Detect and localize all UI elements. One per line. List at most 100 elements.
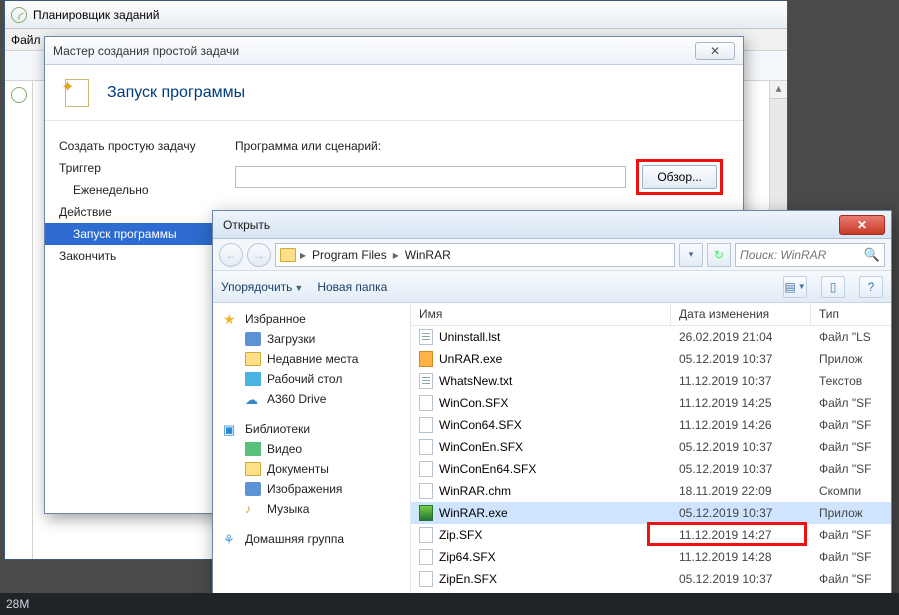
- file-row[interactable]: ZipEn.SFX05.12.2019 10:37Файл "SF: [411, 568, 891, 590]
- file-icon: [419, 373, 433, 389]
- file-date: 05.12.2019 10:37: [671, 462, 811, 476]
- column-type[interactable]: Тип: [811, 303, 891, 325]
- step-action[interactable]: Действие: [45, 201, 215, 223]
- file-name: WinCon64.SFX: [439, 418, 522, 432]
- browse-button[interactable]: Обзор...: [642, 165, 717, 189]
- file-row[interactable]: Zip.SFX 11.12.2019 14:27Файл "SF: [411, 524, 891, 546]
- refresh-button[interactable]: ↻: [707, 243, 731, 267]
- file-name: Zip.SFX: [439, 528, 482, 542]
- file-icon: [419, 395, 433, 411]
- help-button[interactable]: ?: [859, 276, 883, 298]
- view-menu[interactable]: ▤▼: [783, 276, 807, 298]
- nav-a360[interactable]: ☁A360 Drive: [213, 389, 410, 409]
- breadcrumb[interactable]: ▸ Program Files ▸ WinRAR: [275, 243, 675, 267]
- file-date: 05.12.2019 10:37: [671, 572, 811, 586]
- task-scheduler-title: Планировщик заданий: [33, 8, 159, 22]
- menu-file[interactable]: Файл: [11, 33, 41, 47]
- file-row[interactable]: WinCon.SFX11.12.2019 14:25Файл "SF: [411, 392, 891, 414]
- nav-pictures[interactable]: Изображения: [213, 479, 410, 499]
- column-headers: Имя Дата изменения Тип: [411, 303, 891, 326]
- refresh-icon: ↻: [714, 248, 724, 262]
- downloads-icon: [245, 332, 261, 346]
- file-row[interactable]: WhatsNew.txt11.12.2019 10:37Текстов: [411, 370, 891, 392]
- music-icon: ♪: [245, 502, 261, 516]
- organize-menu[interactable]: Упорядочить▼: [221, 280, 303, 294]
- file-row[interactable]: WinConEn.SFX 05.12.2019 10:37Файл "SF: [411, 436, 891, 458]
- nav-documents[interactable]: Документы: [213, 459, 410, 479]
- nav-forward-button[interactable]: →: [247, 243, 271, 267]
- nav-homegroup[interactable]: ⚘Домашняя группа: [213, 529, 410, 549]
- wizard-steps: Создать простую задачу Триггер Еженедель…: [45, 121, 215, 513]
- file-type: Файл "SF: [811, 528, 891, 542]
- file-row[interactable]: Uninstall.lst26.02.2019 21:04Файл "LS: [411, 326, 891, 348]
- search-icon: 🔍: [864, 247, 880, 263]
- new-folder-button[interactable]: Новая папка: [317, 280, 387, 294]
- chevron-down-icon: ▾: [689, 249, 694, 260]
- breadcrumb-item[interactable]: Program Files: [306, 248, 393, 262]
- file-date: 05.12.2019 10:37: [671, 506, 811, 520]
- nav-back-button[interactable]: ←: [219, 243, 243, 267]
- file-name: ZipEn.SFX: [439, 572, 497, 586]
- star-icon: ★: [223, 312, 239, 326]
- file-row[interactable]: UnRAR.exe05.12.2019 10:37Прилож: [411, 348, 891, 370]
- program-field-label: Программа или сценарий:: [235, 139, 723, 153]
- wizard-heading: Запуск программы: [107, 84, 245, 102]
- scroll-up-icon[interactable]: ▴: [770, 81, 787, 99]
- folder-icon: [245, 352, 261, 366]
- task-scheduler-titlebar[interactable]: Планировщик заданий: [5, 1, 787, 29]
- file-date: 11.12.2019 14:28: [671, 550, 811, 564]
- nav-desktop[interactable]: Рабочий стол: [213, 369, 410, 389]
- close-icon: ✕: [710, 44, 720, 58]
- nav-downloads[interactable]: Загрузки: [213, 329, 410, 349]
- file-name: WinCon.SFX: [439, 396, 508, 410]
- nav-video[interactable]: Видео: [213, 439, 410, 459]
- search-field[interactable]: [736, 248, 884, 262]
- step-finish[interactable]: Закончить: [45, 245, 215, 267]
- file-date: 05.12.2019 10:37: [671, 440, 811, 454]
- nav-libraries[interactable]: ▣Библиотеки: [213, 419, 410, 439]
- column-name[interactable]: Имя: [411, 303, 671, 325]
- search-input[interactable]: 🔍: [735, 243, 885, 267]
- file-name: WinConEn.SFX: [439, 440, 523, 454]
- file-date: 11.12.2019 14:26: [671, 418, 811, 432]
- file-icon: [419, 329, 433, 345]
- file-type: Файл "SF: [811, 440, 891, 454]
- breadcrumb-dropdown[interactable]: ▾: [679, 243, 703, 267]
- file-list: Имя Дата изменения Тип Uninstall.lst26.0…: [411, 303, 891, 609]
- homegroup-icon: ⚘: [223, 532, 239, 546]
- desktop-icon: [245, 372, 261, 386]
- file-row[interactable]: Zip64.SFX11.12.2019 14:28Файл "SF: [411, 546, 891, 568]
- wizard-title: Мастер создания простой задачи: [53, 44, 239, 58]
- file-date: 26.02.2019 21:04: [671, 330, 811, 344]
- file-row[interactable]: WinCon64.SFX 11.12.2019 14:26Файл "SF: [411, 414, 891, 436]
- file-name: Zip64.SFX: [439, 550, 496, 564]
- close-button[interactable]: ✕: [695, 42, 735, 60]
- library-icon: ▣: [223, 422, 239, 436]
- file-dialog-titlebar[interactable]: Открыть ✕: [213, 211, 891, 239]
- step-weekly[interactable]: Еженедельно: [45, 179, 215, 201]
- preview-pane-button[interactable]: ▯: [821, 276, 845, 298]
- column-date[interactable]: Дата изменения: [671, 303, 811, 325]
- file-row[interactable]: WinConEn64.SFX05.12.2019 10:37Файл "SF: [411, 458, 891, 480]
- file-type: Файл "SF: [811, 418, 891, 432]
- program-path-input[interactable]: [235, 166, 626, 188]
- file-date: 11.12.2019 14:27: [671, 528, 811, 542]
- file-name: UnRAR.exe: [439, 352, 502, 366]
- nav-music[interactable]: ♪Музыка: [213, 499, 410, 519]
- navigation-pane[interactable]: ★Избранное Загрузки Недавние места Рабоч…: [213, 303, 411, 609]
- nav-favorites[interactable]: ★Избранное: [213, 309, 410, 329]
- arrow-right-icon: →: [253, 248, 265, 262]
- wizard-header: ✦ Запуск программы: [45, 65, 743, 121]
- close-button[interactable]: ✕: [839, 215, 885, 235]
- breadcrumb-item[interactable]: WinRAR: [399, 248, 457, 262]
- step-run-program[interactable]: Запуск программы: [45, 223, 215, 245]
- step-create-task[interactable]: Создать простую задачу: [45, 135, 215, 157]
- step-trigger[interactable]: Триггер: [45, 157, 215, 179]
- documents-icon: [245, 462, 261, 476]
- task-scheduler-tree[interactable]: [5, 81, 33, 559]
- taskbar[interactable]: 28M: [0, 593, 899, 615]
- wizard-titlebar[interactable]: Мастер создания простой задачи ✕: [45, 37, 743, 65]
- nav-recent[interactable]: Недавние места: [213, 349, 410, 369]
- file-row[interactable]: WinRAR.chm18.11.2019 22:09Скомпи: [411, 480, 891, 502]
- file-row[interactable]: WinRAR.exe05.12.2019 10:37Прилож: [411, 502, 891, 524]
